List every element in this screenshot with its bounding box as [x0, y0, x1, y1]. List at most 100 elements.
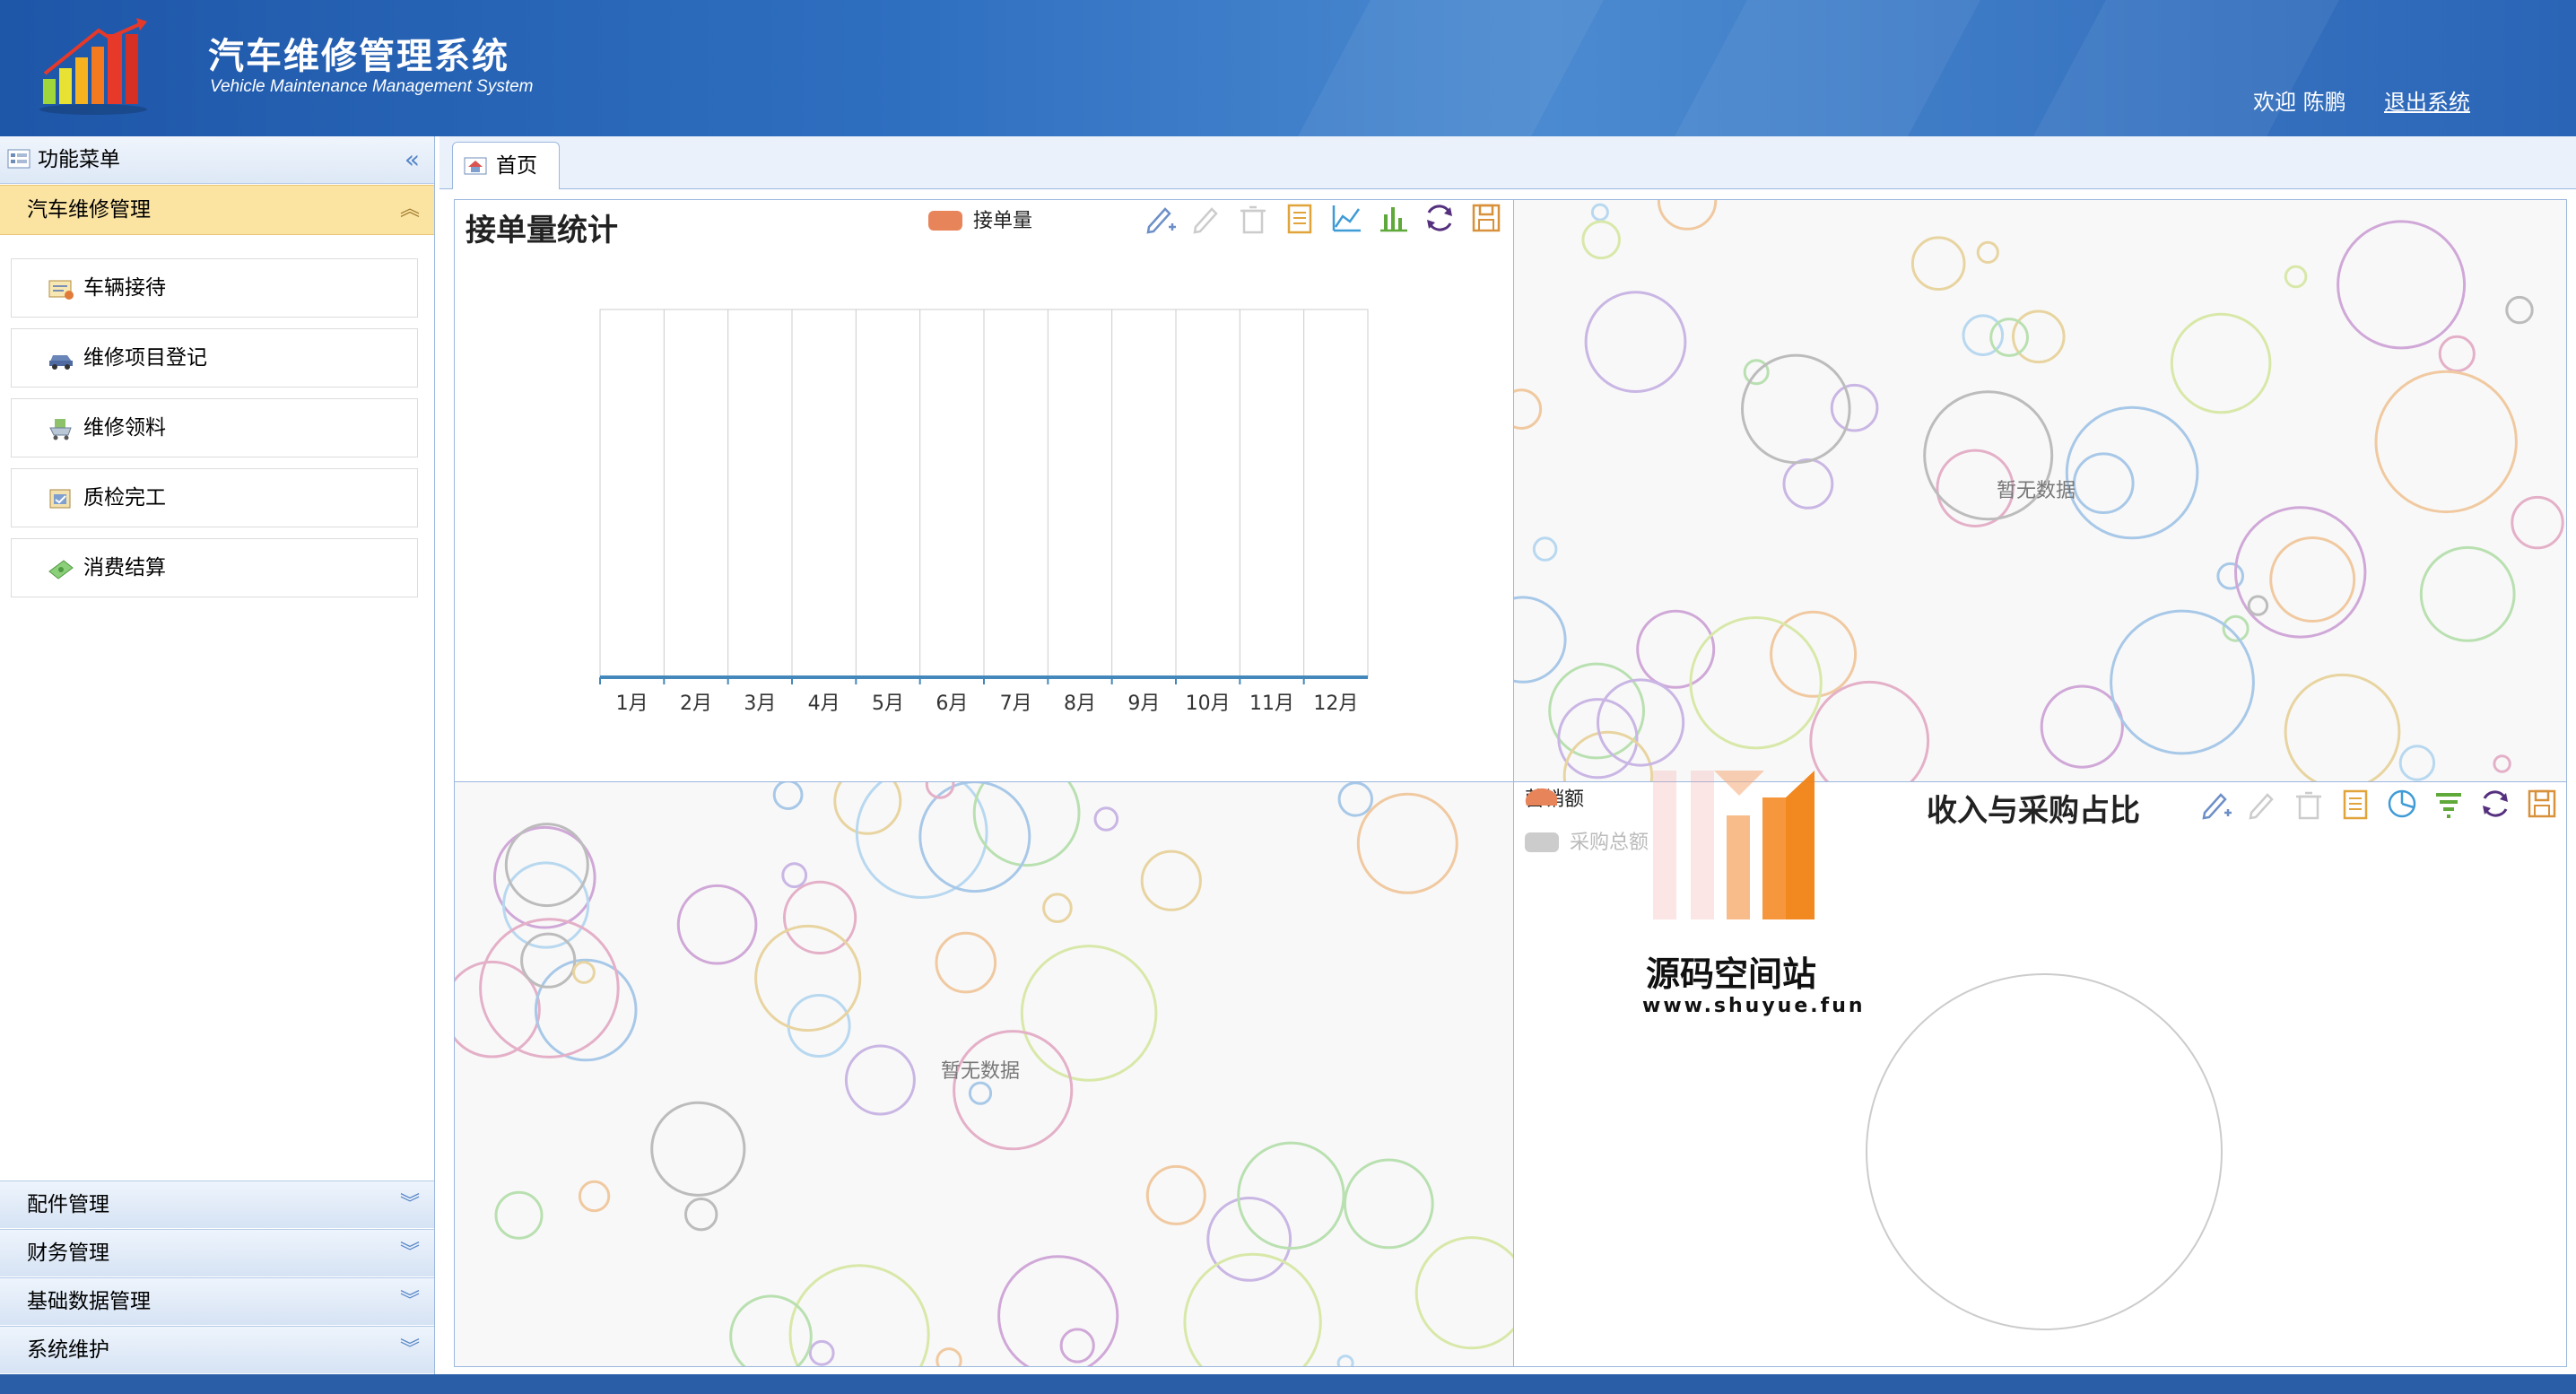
collapse-sidebar-icon[interactable]: «: [405, 136, 420, 183]
sidebar-item-quality-inspection[interactable]: 质检完工: [11, 468, 418, 527]
x-tick-label: 1月: [616, 693, 648, 715]
loading-bubble: [1183, 1252, 1322, 1366]
inspection-icon: [49, 489, 71, 509]
x-tick-label: 6月: [936, 693, 968, 715]
loading-bubble: [772, 782, 804, 810]
loading-bubble: [2419, 545, 2516, 642]
pie-empty-ring: [1866, 973, 2223, 1330]
loading-bubble: [2269, 536, 2356, 623]
loading-bubble: [1514, 596, 1567, 684]
loading-bubble: [1740, 353, 1851, 465]
tab-home[interactable]: 首页: [452, 142, 560, 189]
loading-bubble: [1206, 1197, 1292, 1282]
app-title: 汽车维修管理系统: [208, 36, 509, 77]
loading-bubble: [2110, 609, 2255, 755]
loading-bubble: [844, 1044, 916, 1116]
no-data-text: 暂无数据: [941, 1060, 1021, 1083]
loading-bubble: [1343, 1158, 1434, 1250]
sidebar-group-basic-data[interactable]: 基础数据管理 ︾: [0, 1277, 434, 1325]
reception-icon: [48, 280, 74, 300]
loading-bubble: [1336, 1355, 1354, 1366]
loading-bubble: [997, 1255, 1119, 1366]
watermark-logo-icon: [1653, 771, 1815, 919]
loading-bubble: [935, 931, 997, 994]
tab-bar: 首页: [439, 136, 2576, 189]
app-subtitle: Vehicle Maintenance Management System: [210, 77, 534, 96]
x-tick-label: 5月: [872, 693, 904, 715]
welcome-text: 欢迎 陈鹏: [2253, 90, 2346, 115]
loading-bubble: [1657, 200, 1718, 231]
x-tick-label: 3月: [744, 693, 776, 715]
loading-bubble: [1636, 609, 1716, 689]
watermark-url: www.shuyue.fun: [1642, 995, 1866, 1017]
loading-bubble: [1514, 388, 1543, 430]
loading-bubble: [936, 1347, 962, 1366]
loading-bubble: [504, 823, 589, 908]
sidebar-group-parts[interactable]: 配件管理 ︾: [0, 1181, 434, 1228]
loading-bubble: [729, 1294, 813, 1366]
loading-bubble: [2398, 745, 2436, 781]
loading-bubble: [572, 961, 596, 984]
loading-bubble: [1557, 698, 1639, 780]
loading-bubble: [1337, 782, 1373, 817]
header-decoration: [1641, 0, 2000, 136]
money-icon: [48, 560, 74, 579]
loading-bubble: [1581, 220, 1621, 260]
loading-bubble: [833, 782, 902, 835]
loading-bubble: [2511, 495, 2564, 550]
loading-bubble: [1414, 1236, 1513, 1350]
sidebar-group-system[interactable]: 系统维护 ︾: [0, 1326, 434, 1373]
loading-bubble: [2170, 312, 2272, 414]
orders-chart-panel: 接单量统计 接单量 1月 2月 3月 4月 5月 6月 7月 8月 9月 10月 11月 12月: [455, 200, 1514, 782]
loading-bubble: [2493, 754, 2511, 773]
loading-bubble: [787, 994, 851, 1058]
chevron-down-icon[interactable]: ︾: [400, 1181, 420, 1228]
x-tick-label: 12月: [1313, 693, 1358, 715]
loading-bubble: [918, 782, 1031, 893]
loading-bubble: [968, 1081, 993, 1105]
dashboard-content: 接单量统计 接单量 1月 2月 3月 4月 5月 6月 7月 8月 9月 10月 11月 12月 暂无…: [454, 199, 2567, 1367]
loading-bubble: [1590, 203, 1609, 222]
loading-bubble: [2337, 220, 2467, 350]
loading-bubble: [578, 1180, 611, 1213]
chevron-down-icon[interactable]: ︾: [400, 1278, 420, 1325]
loading-bubble: [1020, 945, 1158, 1082]
car-icon: [49, 355, 73, 370]
sidebar-item-repair-materials[interactable]: 维修领料: [11, 398, 418, 457]
loading-bubble: [1910, 236, 1966, 291]
loading-bubble: [1584, 291, 1687, 394]
loading-bubble: [1356, 792, 1458, 894]
logout-link[interactable]: 退出系统: [2384, 84, 2470, 116]
header-decoration: [1265, 0, 1623, 136]
sidebar-item-settlement[interactable]: 消费结算: [11, 538, 418, 597]
menu-grid-icon: [7, 149, 30, 169]
loading-bubble: [1140, 849, 1202, 911]
x-tick-label: 10月: [1186, 693, 1231, 715]
loading-bubble: [1093, 806, 1119, 832]
loading-bubble: [1830, 383, 1879, 432]
chevron-up-icon[interactable]: ︽: [400, 186, 420, 234]
loading-bubble: [650, 1101, 746, 1197]
sidebar-group-finance[interactable]: 财务管理 ︾: [0, 1229, 434, 1276]
x-tick-label: 11月: [1249, 693, 1294, 715]
empty-chart-panel-top: 暂无数据: [1514, 200, 2566, 782]
loading-bubble: [2438, 335, 2476, 372]
loading-bubble: [1145, 1164, 1206, 1225]
home-icon: [464, 157, 487, 175]
sidebar-item-label: 车辆接待: [83, 276, 166, 300]
chevron-down-icon[interactable]: ︾: [400, 1230, 420, 1276]
watermark: 源码空间站 www.shuyue.fun: [1639, 765, 1863, 1025]
sidebar: 功能菜单 « 汽车维修管理 ︽ 车辆接待 维修项目登记 维修领料 质检完工 消费…: [0, 136, 435, 1374]
group-label: 系统维护: [27, 1338, 109, 1362]
empty-chart-panel-bottom: 暂无数据: [455, 782, 1514, 1366]
sidebar-item-label: 质检完工: [83, 486, 166, 510]
loading-bubble: [2040, 684, 2124, 769]
sidebar-item-vehicle-reception[interactable]: 车辆接待: [11, 258, 418, 318]
tab-label: 首页: [496, 154, 537, 178]
loading-bubble: [1059, 1328, 1095, 1364]
chevron-down-icon[interactable]: ︾: [400, 1327, 420, 1373]
loading-bubble: [2234, 506, 2367, 639]
loading-bubble: [2216, 562, 2245, 590]
group-header-active[interactable]: 汽车维修管理 ︽: [0, 185, 434, 235]
sidebar-item-repair-registration[interactable]: 维修项目登记: [11, 328, 418, 388]
